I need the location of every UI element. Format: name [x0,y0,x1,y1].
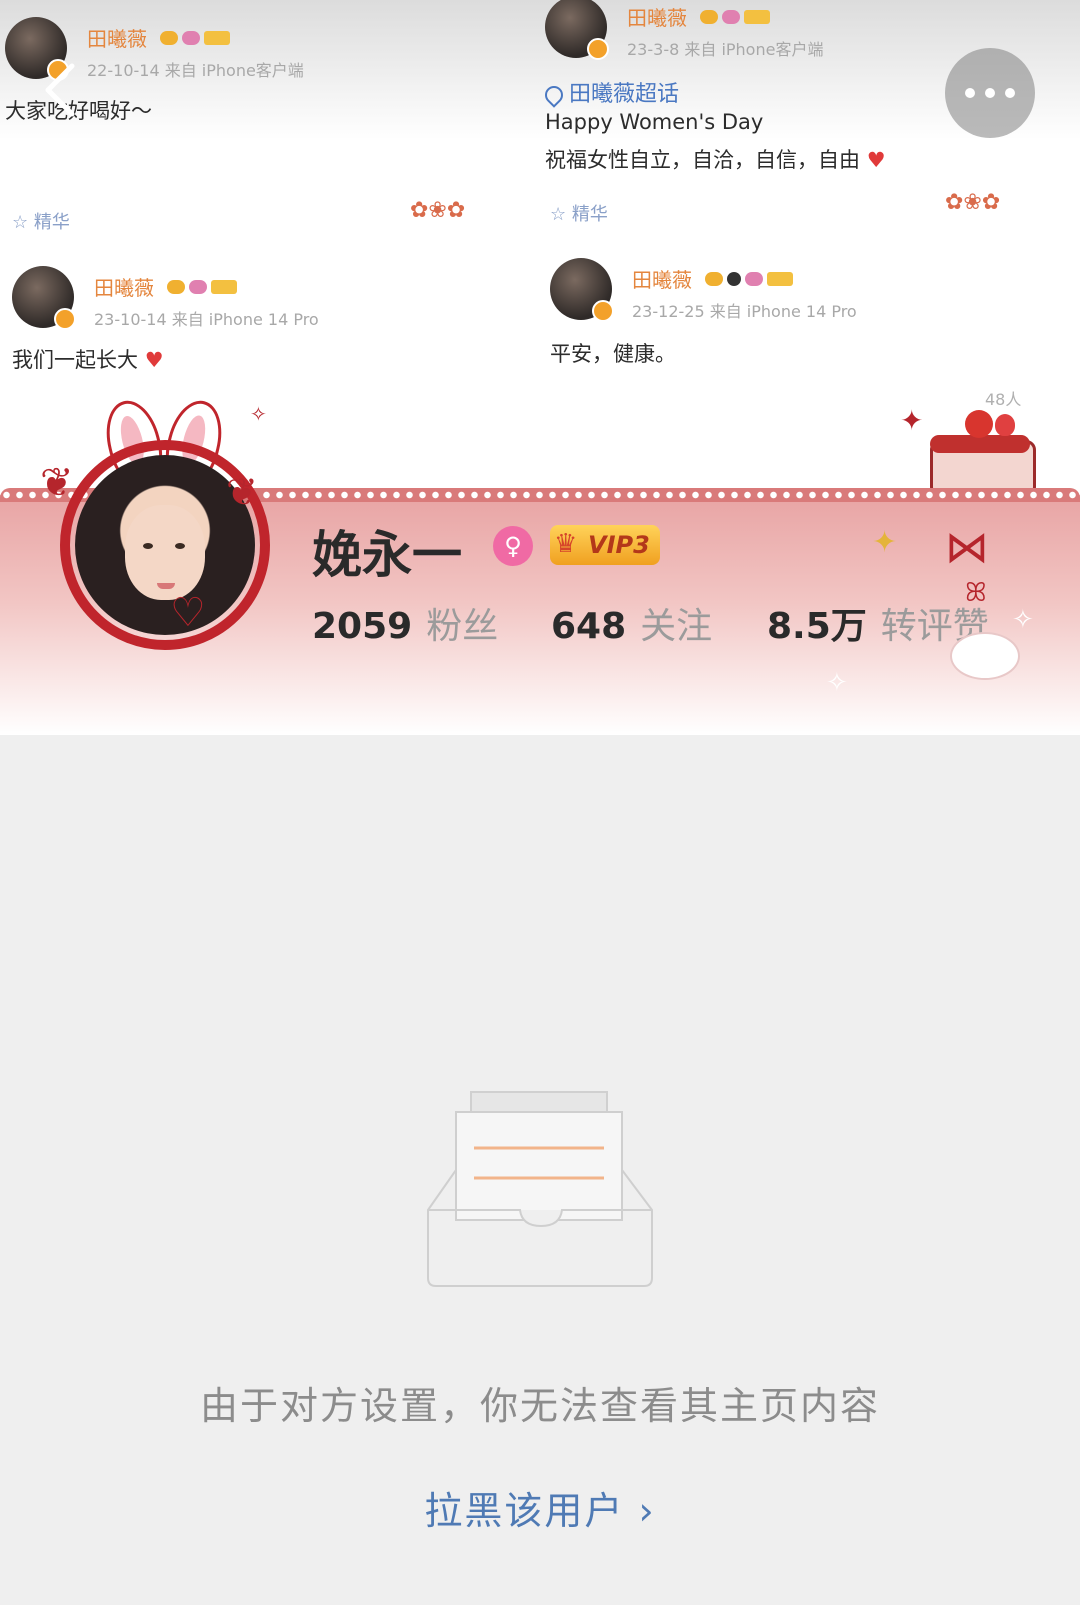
post-badges [160,27,234,46]
post-avatar [12,266,76,330]
post-meta: 23-12-25 来自 iPhone 14 Pro [632,302,857,321]
post-badges [167,276,241,295]
post-text: 祝福女性自立，自洽，自信，自由 ♥ [545,148,886,172]
post-text: 我们一起长大 ♥ [12,348,164,372]
post-username: 田曦薇 [94,276,154,300]
post-username: 田曦薇 [627,6,687,30]
post-badges [700,6,774,25]
featured-tag: ☆ 精华 [550,204,608,225]
flower-sticker: ✿❀✿ [945,190,1001,215]
heart-icon: ♥ [866,148,886,172]
following-count: 648 [551,606,627,647]
restricted-message: 由于对方设置，你无法查看其主页内容 [199,1384,880,1428]
bow-icon: ❦ [226,470,258,514]
post-meta: 23-3-8 来自 iPhone客户端 [627,40,824,59]
sparkle-icon: ✧ [826,668,848,698]
cake-sticker [925,410,1036,501]
ribbon-icon: ꕤ [965,578,987,608]
more-dot-icon [965,88,975,98]
more-dot-icon [985,88,995,98]
post-meta: 22-10-14 来自 iPhone客户端 [87,61,304,80]
female-icon: ♀ [493,526,533,566]
post-text: Happy Women's Day [545,110,764,134]
flower-sticker: ✿❀✿ [410,198,466,223]
username: 娩永一 [312,526,462,584]
post-badges [705,268,797,287]
bunny-sticker [950,632,1020,680]
sparkle-icon: ✧ [250,402,267,426]
post-username: 田曦薇 [632,268,692,292]
post-meta: 23-10-14 来自 iPhone 14 Pro [94,310,319,329]
vip-badge[interactable]: ♛ VIP3 [550,525,660,565]
following-stat[interactable]: 648 关注 [551,597,712,649]
chevron-left-icon [45,63,75,117]
sparkle-icon: ✦ [872,525,898,560]
sparkle-icon: ✧ [1012,605,1034,635]
post-avatar [545,0,609,60]
following-label: 关注 [640,606,713,647]
vip-label: VIP3 [588,531,650,559]
more-options-button[interactable] [945,48,1035,138]
likes-count: 48人 [985,390,1022,409]
more-dot-icon [1005,88,1015,98]
featured-tag: ☆ 精华 [12,212,70,233]
followers-count: 2059 [312,606,413,647]
sparkle-icon: ✦ [900,404,924,437]
bow-icon: ⋈ [945,522,989,573]
topic-link: 田曦薇超话 [541,76,679,108]
followers-label: 粉丝 [426,606,499,647]
followers-stat[interactable]: 2059 粉丝 [312,597,498,649]
heart-icon: ♡ [170,590,206,636]
bow-icon: ❦ [40,460,74,506]
post-text: 平安，健康。 [550,342,676,366]
avatar-frame[interactable]: ❦ ❦ ♡ ✧ [40,394,280,650]
crown-icon: ♛ [554,529,578,559]
post-username: 田曦薇 [87,27,147,51]
topic-icon [541,82,567,108]
cover-post: 田曦薇 23-10-14 来自 iPhone 14 Pro 我们一起长大 ♥ [12,266,512,386]
cover-post: 田曦薇 23-12-25 来自 iPhone 14 Pro 平安，健康。 [550,258,1050,378]
post-avatar [550,258,614,322]
empty-inbox-icon [427,1091,653,1287]
heart-icon: ♥ [144,348,164,372]
block-user-link[interactable]: 拉黑该用户 › [0,1480,1080,1535]
back-button[interactable] [40,62,80,118]
interactions-count: 8.5万 [767,606,867,647]
